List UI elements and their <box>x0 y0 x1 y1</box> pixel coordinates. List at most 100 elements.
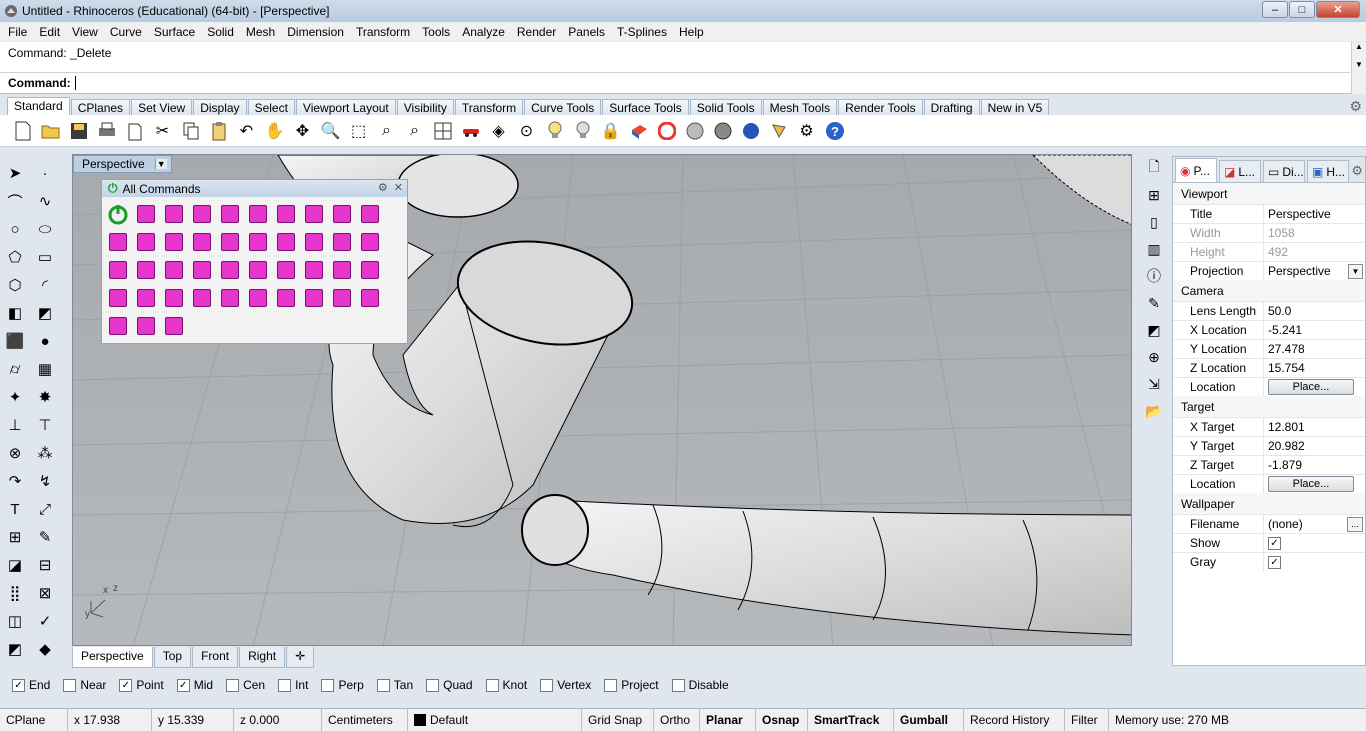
align-icon[interactable]: ⊠ <box>32 580 58 606</box>
view-tab-front[interactable]: Front <box>192 647 239 668</box>
add-view-tab-icon[interactable]: ✛ <box>286 647 315 668</box>
projection-dropdown-icon[interactable]: ▼ <box>1348 263 1363 279</box>
tab-visibility[interactable]: Visibility <box>396 99 454 115</box>
panel-close-icon[interactable]: ✕ <box>394 181 403 194</box>
paint-icon[interactable]: ◆ <box>32 636 58 662</box>
gear-options-icon[interactable]: ⚙ <box>794 118 819 143</box>
ellipse-icon[interactable]: ⬭ <box>32 216 58 242</box>
command-input[interactable] <box>74 75 975 90</box>
osnap-cen[interactable]: Cen <box>226 678 265 692</box>
camera-place-button[interactable]: Place... <box>1268 379 1354 395</box>
ts-crease-icon[interactable] <box>133 229 159 255</box>
menu-curve[interactable]: Curve <box>104 25 148 39</box>
ts-insert-edge-icon[interactable] <box>189 229 215 255</box>
view-tab-perspective[interactable]: Perspective <box>72 647 153 668</box>
menu-analyze[interactable]: Analyze <box>456 25 511 39</box>
bulb-icon[interactable] <box>570 118 595 143</box>
extrude-icon[interactable]: ◩ <box>32 300 58 326</box>
menu-edit[interactable]: Edit <box>33 25 66 39</box>
edit-points-icon[interactable]: ✎ <box>32 524 58 550</box>
z-target-field[interactable]: -1.879 <box>1263 456 1365 474</box>
zoom-window-icon[interactable]: ⬚ <box>346 118 371 143</box>
polyline-icon[interactable]: ⌒ <box>2 188 28 214</box>
viewport-dropdown-icon[interactable]: ▼ <box>154 159 167 169</box>
mesh-icon[interactable]: ▦ <box>32 356 58 382</box>
ts-skin-icon[interactable] <box>273 285 299 311</box>
osnap-quad-checkbox[interactable] <box>426 678 440 692</box>
document-icon[interactable]: ▯ <box>1142 210 1166 234</box>
target-place-button[interactable]: Place... <box>1268 476 1354 492</box>
tab-surface-tools[interactable]: Surface Tools <box>602 99 689 115</box>
osnap-tan-checkbox[interactable] <box>376 678 390 692</box>
cylinder-icon[interactable]: ⌭ <box>2 356 28 382</box>
car-icon[interactable] <box>458 118 483 143</box>
import-icon[interactable] <box>122 118 147 143</box>
x-target-field[interactable]: 12.801 <box>1263 418 1365 436</box>
print-icon[interactable] <box>94 118 119 143</box>
ts-symmetry-icon[interactable] <box>273 257 299 283</box>
circle-icon[interactable]: ○ <box>2 216 28 242</box>
layer-icon[interactable]: ◈ <box>486 118 511 143</box>
menu-solid[interactable]: Solid <box>201 25 240 39</box>
pan-hand-icon[interactable]: ✋ <box>262 118 287 143</box>
ts-surface-icon[interactable] <box>301 285 327 311</box>
osnap-vertex-checkbox[interactable] <box>540 678 554 692</box>
explode-icon[interactable]: ✸ <box>32 384 58 410</box>
open-file-icon[interactable] <box>38 118 63 143</box>
zoom-selected-icon[interactable]: ⌕ <box>402 118 427 143</box>
undo-icon[interactable]: ↶ <box>234 118 259 143</box>
color-wheel-icon[interactable] <box>654 118 679 143</box>
osnap-disable[interactable]: Disable <box>671 678 729 692</box>
point-icon[interactable]: · <box>32 160 58 186</box>
fillet-icon[interactable]: ↷ <box>2 468 28 494</box>
panel-settings-gear-icon[interactable]: ⚙ <box>1351 163 1363 179</box>
osnap-perp[interactable]: Perp <box>321 678 364 692</box>
arc-icon[interactable]: ◜ <box>32 272 58 298</box>
osnap-knot[interactable]: Knot <box>485 678 527 692</box>
ts-settings-icon[interactable] <box>161 313 187 339</box>
offset-icon[interactable]: ↯ <box>32 468 58 494</box>
ts-sphere-icon[interactable] <box>161 201 187 227</box>
ts-select-icon[interactable] <box>105 285 131 311</box>
copy-icon[interactable] <box>178 118 203 143</box>
view-tab-right[interactable]: Right <box>239 647 286 668</box>
tab-new-in-v5[interactable]: New in V5 <box>980 99 1050 115</box>
tab-standard[interactable]: Standard <box>7 97 70 115</box>
layer-display[interactable]: Default <box>408 708 582 731</box>
trim-icon[interactable]: ⊥ <box>2 412 28 438</box>
menu-transform[interactable]: Transform <box>350 25 416 39</box>
tab-layers[interactable]: ◪ L... <box>1219 160 1261 182</box>
tab-cplanes[interactable]: CPlanes <box>70 99 131 115</box>
ts-loop-icon[interactable] <box>329 201 355 227</box>
all-commands-header[interactable]: ⏻ All Commands ⚙ ✕ <box>102 180 407 197</box>
page-grid-icon[interactable]: ▥ <box>1142 237 1166 261</box>
sphere-icon[interactable]: ● <box>32 328 58 354</box>
tab-viewport-layout[interactable]: Viewport Layout <box>295 99 396 115</box>
four-viewports-icon[interactable] <box>430 118 455 143</box>
help-icon[interactable]: ? <box>822 118 847 143</box>
dot-grid-icon[interactable]: ⣿ <box>2 580 28 606</box>
ts-mode-icon[interactable] <box>357 229 383 255</box>
snap-circle-icon[interactable]: ⊙ <box>514 118 539 143</box>
menu-panels[interactable]: Panels <box>562 25 611 39</box>
ts-manipulator-icon[interactable] <box>189 285 215 311</box>
menu-tsplines[interactable]: T-Splines <box>611 25 673 39</box>
page-icon[interactable]: 🗋 <box>1142 156 1166 180</box>
dimension-icon[interactable]: ⤢ <box>32 496 58 522</box>
osnap-project[interactable]: Project <box>604 678 659 692</box>
ts-slide-icon[interactable] <box>189 257 215 283</box>
command-scrollbar[interactable]: ▲ ▼ <box>1351 42 1366 94</box>
osnap-toggle[interactable]: Osnap <box>756 708 808 731</box>
polygon-icon[interactable]: ⬠ <box>2 244 28 270</box>
minimize-button[interactable]: – <box>1262 1 1288 18</box>
text-icon[interactable]: T <box>2 496 28 522</box>
select-arrow-icon[interactable]: ➤ <box>2 160 28 186</box>
ts-plane-icon[interactable] <box>217 201 243 227</box>
osnap-project-checkbox[interactable] <box>604 678 618 692</box>
group-icon[interactable]: ⁂ <box>32 440 58 466</box>
menu-file[interactable]: File <box>2 25 33 39</box>
ts-cylinder-icon[interactable] <box>245 201 271 227</box>
lock-icon[interactable]: 🔒 <box>598 118 623 143</box>
tab-mesh-tools[interactable]: Mesh Tools <box>762 99 838 115</box>
ts-extrude-icon[interactable] <box>273 201 299 227</box>
